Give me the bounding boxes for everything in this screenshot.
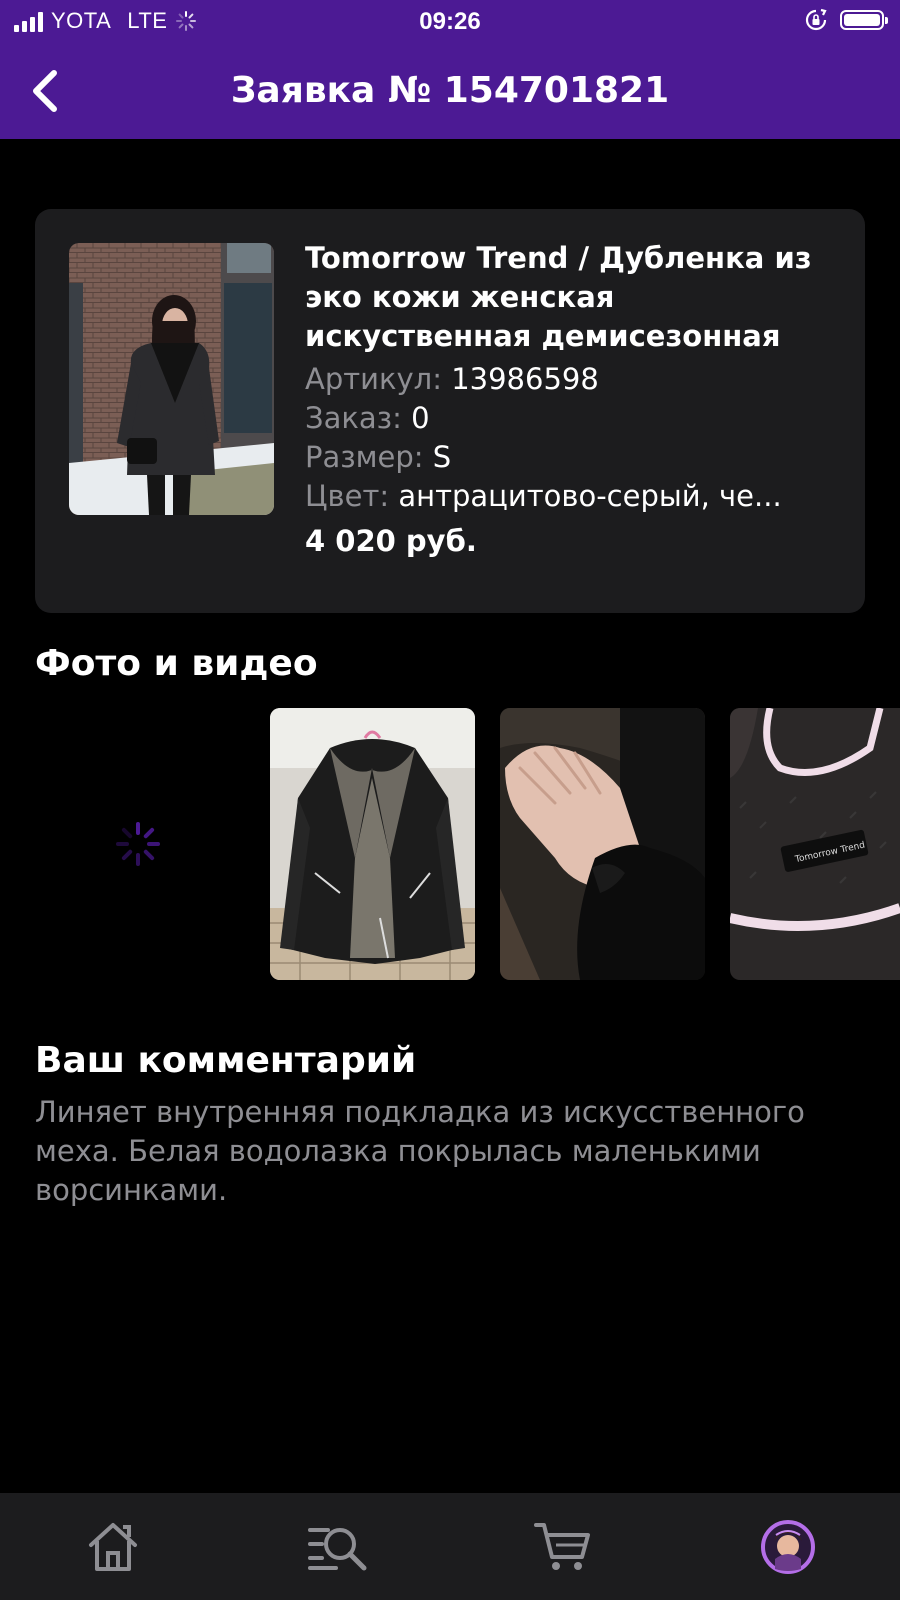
clock: 09:26 — [419, 8, 481, 35]
media-thumbnail-2[interactable] — [500, 708, 705, 980]
tab-catalog[interactable] — [308, 1517, 368, 1577]
media-gallery[interactable]: Tomorrow Trend — [0, 708, 900, 980]
rotation-lock-icon — [805, 8, 827, 31]
product-title[interactable]: Tomorrow Trend / Дубленка из эко кожи же… — [305, 239, 835, 356]
comment-section-title: Ваш комментарий — [35, 1040, 417, 1081]
color-value: антрацитово-серый, че... — [398, 479, 782, 513]
media-thumbnail-1[interactable] — [270, 708, 475, 980]
tab-home[interactable] — [83, 1517, 143, 1577]
navigation-bar: Заявка № 154701821 — [0, 44, 900, 139]
loading-spinner-icon — [116, 822, 160, 866]
tab-bar — [0, 1493, 900, 1600]
comment-text: Линяет внутренняя подкладка из искусстве… — [35, 1095, 805, 1207]
product-card[interactable]: Tomorrow Trend / Дубленка из эко кожи же… — [35, 209, 865, 613]
home-icon — [89, 1523, 137, 1571]
page-title: Заявка № 154701821 — [230, 70, 670, 111]
size-value: S — [432, 440, 452, 474]
order-value: 0 — [411, 401, 430, 435]
color-label: Цвет: — [305, 479, 390, 513]
media-thumbnail-3[interactable]: Tomorrow Trend — [730, 708, 900, 980]
profile-avatar-icon — [761, 1520, 815, 1574]
tab-profile[interactable] — [758, 1517, 818, 1577]
order-row: Заказ: 0 — [305, 399, 835, 438]
catalog-search-icon — [308, 1528, 367, 1571]
size-row: Размер: S — [305, 438, 835, 477]
cart-icon — [534, 1523, 590, 1570]
color-row: Цвет: антрацитово-серый, че... — [305, 477, 835, 516]
tab-cart[interactable] — [533, 1517, 593, 1577]
article-label: Артикул: — [305, 362, 442, 396]
status-bar: YOTA LTE 09:26 — [0, 0, 900, 44]
product-info: Tomorrow Trend / Дубленка из эко кожи же… — [305, 239, 835, 561]
order-label: Заказ: — [305, 401, 402, 435]
battery-icon — [840, 10, 888, 30]
size-label: Размер: — [305, 440, 424, 474]
media-section-title: Фото и видео — [35, 643, 318, 684]
article-row: Артикул: 13986598 — [305, 360, 835, 399]
status-right — [804, 8, 888, 32]
article-value: 13986598 — [451, 362, 599, 396]
product-price: 4 020 руб. — [305, 524, 477, 558]
product-photo[interactable] — [69, 243, 274, 515]
